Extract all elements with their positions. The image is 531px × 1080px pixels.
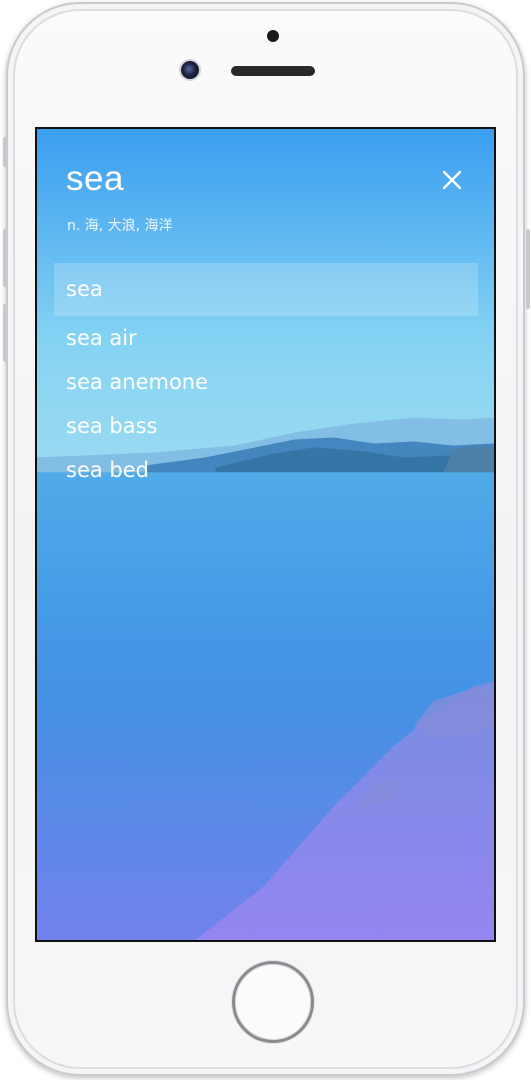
close-icon <box>442 170 462 190</box>
suggestion-item-sea-bass[interactable]: sea bass <box>54 404 478 448</box>
word-title: sea <box>66 159 124 198</box>
suggestion-item-sea-bed[interactable]: sea bed <box>54 448 478 492</box>
color-overlay <box>37 129 494 940</box>
app-screen: sea n. 海, 大浪, 海洋 sea sea air sea anemone… <box>35 127 496 942</box>
power-button <box>526 229 530 309</box>
suggestion-item-sea-anemone[interactable]: sea anemone <box>54 360 478 404</box>
home-button[interactable] <box>232 961 314 1043</box>
suggestion-item-sea-air[interactable]: sea air <box>54 316 478 360</box>
earpiece-speaker <box>231 66 315 76</box>
mute-switch <box>3 137 7 167</box>
volume-down-button <box>3 304 7 362</box>
word-definition: n. 海, 大浪, 海洋 <box>67 218 173 234</box>
proximity-sensor <box>267 30 279 42</box>
suggestion-item-sea[interactable]: sea <box>54 263 478 316</box>
front-camera <box>181 61 199 79</box>
volume-up-button <box>3 229 7 287</box>
suggestion-list: sea sea air sea anemone sea bass sea bed <box>54 263 478 492</box>
close-button[interactable] <box>437 165 467 195</box>
